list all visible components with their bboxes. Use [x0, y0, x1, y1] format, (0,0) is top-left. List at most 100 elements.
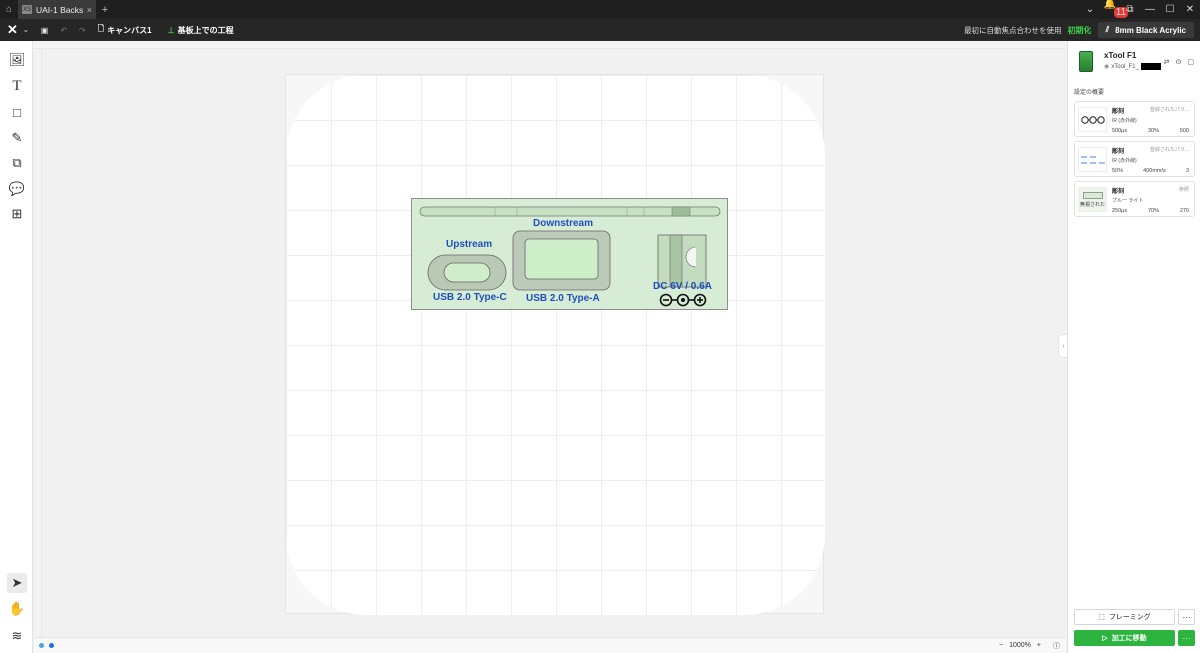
- connection-status-icon: ◉: [1104, 64, 1110, 70]
- setting-value: 500μs: [1112, 128, 1128, 134]
- upstream-label: Upstream: [446, 239, 493, 250]
- process-on-board-label: 基板上での工程: [177, 25, 234, 35]
- setting-thumbnail: [1078, 147, 1107, 172]
- setting-title: 彫刻: [1112, 149, 1125, 155]
- framing-label: フレーミング: [1108, 614, 1151, 621]
- minimize-button[interactable]: —: [1140, 4, 1160, 15]
- zoom-controls: − 1000% + ⓘ: [999, 641, 1066, 651]
- usb-a-label: USB 2.0 Type-A: [526, 293, 600, 304]
- maximize-button[interactable]: ☐: [1160, 4, 1180, 15]
- document-icon: 🗋: [97, 24, 105, 33]
- dc-power-label: DC 6V / 0.6A: [653, 281, 712, 292]
- notification-bell-icon[interactable]: 🔔11: [1100, 0, 1129, 21]
- setting-card[interactable]: 無視された 彫刻 参照 ブルー ライト 250μs 70% 270: [1074, 181, 1195, 217]
- left-tool-rail: 🖼 T □ ✎ ⧉ 💬 ⊞ ➤ ✋ ≋: [0, 41, 33, 653]
- work-area[interactable]: [285, 74, 825, 615]
- status-dot-icon[interactable]: [39, 643, 44, 648]
- zoom-in-button[interactable]: +: [1037, 642, 1041, 649]
- setting-tag: 登録されたパラ...: [1149, 147, 1189, 153]
- setting-title: 彫刻: [1112, 109, 1125, 115]
- document-tab-icon: XS: [22, 5, 32, 14]
- material-label: 8mm Black Acrylic: [1115, 25, 1186, 35]
- help-icon[interactable]: ⓘ: [1053, 641, 1060, 651]
- device-info-icon[interactable]: ▢: [1187, 58, 1194, 66]
- setting-title: 彫刻: [1112, 189, 1125, 195]
- redo-icon[interactable]: ↷: [73, 26, 92, 35]
- setting-card[interactable]: 彫刻 登録されたパラ... IR (赤外線) 50% 400mm/s 3: [1074, 141, 1195, 177]
- app-menu-button[interactable]: ✕ ⌄: [0, 22, 35, 38]
- shape-tool-icon[interactable]: □: [7, 102, 27, 122]
- framing-button[interactable]: ⬚ フレーミング: [1074, 609, 1175, 625]
- apps-tool-icon[interactable]: ⊞: [7, 204, 27, 224]
- setting-card[interactable]: 彫刻 登録されたパラ... IR (赤外線) 500μs 30% 500: [1074, 101, 1195, 137]
- device-settings-icon[interactable]: ⊙: [1176, 58, 1182, 66]
- ignored-label: 無視された: [1079, 201, 1105, 208]
- save-icon[interactable]: ▣: [35, 26, 55, 35]
- redacted-block: [1140, 63, 1161, 70]
- laser-icon: ⊥: [167, 25, 175, 35]
- device-header: xTool F1 ◉ xTool_F1_ ⇄ ⊙ ▢: [1076, 49, 1194, 75]
- thumb-shape: [1082, 191, 1103, 199]
- setting-value: 270: [1179, 208, 1189, 214]
- usb-c-label: USB 2.0 Type-C: [433, 292, 507, 303]
- canvas-selector[interactable]: 🗋 キャンバス1: [92, 23, 158, 37]
- polarity-thumb-icon: [1080, 115, 1105, 124]
- window-switch-icon[interactable]: ⧉: [1120, 4, 1140, 15]
- close-window-button[interactable]: ✕: [1180, 4, 1200, 15]
- setting-value: 30%: [1147, 128, 1159, 134]
- downstream-label: Downstream: [533, 218, 594, 229]
- layers-stack-icon[interactable]: ≋: [7, 626, 27, 646]
- setting-value: 3: [1185, 168, 1189, 174]
- status-dot-icon[interactable]: [49, 643, 54, 648]
- start-process-label: 加工に移動: [1111, 635, 1147, 642]
- framing-more-button[interactable]: ···: [1178, 609, 1195, 625]
- process-on-board-button[interactable]: ⊥ 基板上での工程: [162, 25, 240, 36]
- select-cursor-icon[interactable]: ➤: [7, 573, 27, 593]
- bottom-bar: − 1000% + ⓘ: [34, 637, 1066, 653]
- zoom-level[interactable]: 1000%: [1009, 642, 1031, 649]
- play-icon: ▷: [1102, 635, 1108, 642]
- material-icon: ⫽: [1105, 25, 1110, 34]
- setting-value: 50%: [1112, 168, 1124, 174]
- material-plate: [286, 75, 825, 615]
- home-icon[interactable]: ⌂: [0, 0, 18, 19]
- setting-source: IR (赤外線): [1112, 118, 1137, 124]
- setting-value: 400mm/s: [1143, 168, 1166, 174]
- layers-shape-icon[interactable]: ⧉: [7, 153, 27, 173]
- image-tool-icon[interactable]: 🖼: [7, 50, 27, 70]
- new-tab-button[interactable]: +: [96, 4, 114, 16]
- canvas-area[interactable]: Downstream Upstream USB 2.0 Type-C USB 2…: [34, 41, 1066, 637]
- device-image: [1079, 51, 1093, 72]
- setting-value: 250μs: [1112, 208, 1128, 214]
- left-ruler: [34, 49, 42, 637]
- document-tab-label: UAI-1 Backsid...: [36, 4, 83, 15]
- pen-tool-icon[interactable]: ✎: [7, 128, 27, 148]
- undo-icon[interactable]: ↶: [54, 26, 73, 35]
- setting-thumbnail: 無視された: [1078, 187, 1107, 212]
- switch-device-icon[interactable]: ⇄: [1164, 58, 1170, 66]
- setting-source: ブルー ライト: [1112, 198, 1144, 204]
- start-process-button[interactable]: ▷ 加工に移動: [1074, 630, 1175, 646]
- chevron-down-icon[interactable]: ⌄: [1080, 4, 1100, 15]
- material-selector[interactable]: ⫽ 8mm Black Acrylic: [1097, 22, 1194, 38]
- dashes-thumb-icon: [1080, 156, 1105, 163]
- process-more-button[interactable]: ···: [1178, 630, 1195, 646]
- hand-pan-icon[interactable]: ✋: [7, 599, 27, 619]
- framing-icon: ⬚: [1098, 614, 1105, 621]
- device-id: ◉ xTool_F1_: [1104, 63, 1161, 70]
- setting-value: 70%: [1147, 208, 1159, 214]
- right-panel: xTool F1 ◉ xTool_F1_ ⇄ ⊙ ▢ 設定の概要 彫刻 登録され…: [1067, 41, 1200, 653]
- initialize-link[interactable]: 初期化: [1068, 25, 1092, 36]
- device-id-prefix: xTool_F1_: [1111, 63, 1139, 70]
- settings-section-title: 設定の概要: [1074, 90, 1105, 96]
- text-tool-icon[interactable]: T: [7, 76, 27, 96]
- comment-tool-icon[interactable]: 💬: [7, 179, 27, 199]
- setting-tag: 登録されたパラ...: [1149, 107, 1189, 113]
- close-tab-icon[interactable]: ×: [87, 5, 92, 15]
- zoom-out-button[interactable]: −: [999, 642, 1003, 649]
- design-panel[interactable]: Downstream Upstream USB 2.0 Type-C USB 2…: [411, 198, 728, 310]
- setting-value: 500: [1179, 128, 1189, 134]
- setting-thumbnail: [1078, 107, 1107, 132]
- canvas-label: キャンバス1: [107, 25, 152, 35]
- document-tab[interactable]: XS UAI-1 Backsid... ×: [18, 0, 96, 19]
